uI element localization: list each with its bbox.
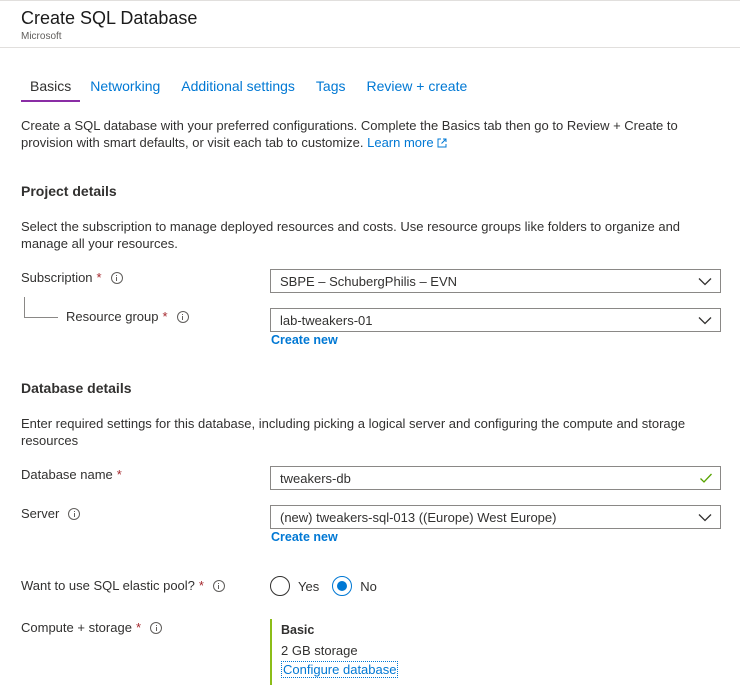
chevron-down-icon — [698, 514, 712, 522]
chevron-down-icon — [698, 278, 712, 286]
resource-group-dropdown[interactable]: lab-tweakers-01 — [270, 308, 721, 332]
header-top-border — [0, 0, 740, 1]
database-details-title: Database details — [21, 380, 132, 396]
subscription-dropdown[interactable]: SBPE – SchubergPhilis – EVN — [270, 269, 721, 293]
info-icon[interactable] — [68, 507, 81, 520]
checkmark-icon — [700, 473, 712, 483]
server-dropdown[interactable]: (new) tweakers-sql-013 ((Europe) West Eu… — [270, 505, 721, 529]
tab-basics[interactable]: Basics — [21, 74, 81, 102]
info-icon[interactable] — [212, 579, 225, 592]
elastic-pool-no-radio[interactable] — [332, 576, 353, 596]
tab-review-create[interactable]: Review + create — [366, 74, 467, 102]
database-name-value: tweakers-db — [280, 470, 351, 486]
info-icon[interactable] — [110, 271, 123, 284]
project-description: Select the subscription to manage deploy… — [21, 219, 681, 251]
database-name-label: Database name * — [21, 467, 122, 482]
tab-tags[interactable]: Tags — [316, 74, 346, 102]
elastic-pool-yes-label[interactable]: Yes — [298, 579, 319, 594]
tab-additional-settings[interactable]: Additional settings — [181, 74, 295, 102]
project-details-title: Project details — [21, 183, 117, 199]
configure-database-link[interactable]: Configure database — [281, 661, 399, 678]
learn-more-link[interactable]: Learn more — [367, 135, 447, 150]
server-label-text: Server — [21, 506, 60, 521]
tab-networking[interactable]: Networking — [90, 74, 160, 102]
server-value: (new) tweakers-sql-013 ((Europe) West Eu… — [280, 509, 557, 525]
database-description: Enter required settings for this databas… — [21, 416, 686, 448]
elastic-pool-yes-radio[interactable] — [270, 576, 290, 596]
storage-size: 2 GB storage — [281, 643, 358, 658]
blade-header: Create SQL Database Microsoft — [0, 0, 740, 48]
tab-bar: Basics Networking Additional settings Ta… — [21, 74, 488, 102]
required-marker: * — [116, 467, 122, 482]
subscription-label-text: Subscription — [21, 270, 93, 285]
intro-description: Create a SQL database with your preferre… — [21, 118, 678, 150]
elastic-pool-radio-group: Yes No — [270, 575, 390, 597]
database-name-label-text: Database name — [21, 467, 113, 482]
create-new-resource-group-link[interactable]: Create new — [271, 333, 338, 347]
page-title: Create SQL Database — [21, 8, 198, 28]
tree-connector — [24, 297, 58, 318]
info-icon[interactable] — [150, 621, 162, 634]
database-name-input[interactable]: tweakers-db — [270, 466, 721, 490]
create-new-server-link[interactable]: Create new — [271, 530, 338, 544]
info-icon[interactable] — [176, 310, 189, 323]
elastic-pool-label: Want to use SQL elastic pool? * — [21, 578, 225, 593]
external-link-icon — [437, 138, 447, 148]
chevron-down-icon — [698, 317, 712, 325]
required-marker: * — [135, 620, 141, 635]
compute-storage-label: Compute + storage * — [21, 620, 162, 635]
elastic-pool-label-text: Want to use SQL elastic pool? — [21, 578, 195, 593]
resource-group-value: lab-tweakers-01 — [280, 312, 373, 328]
learn-more-label: Learn more — [367, 135, 434, 150]
page-subtitle: Microsoft — [21, 31, 62, 42]
compute-storage-summary: Basic 2 GB storage Configure database — [270, 619, 470, 685]
elastic-pool-no-label[interactable]: No — [360, 579, 377, 594]
compute-tier: Basic — [281, 623, 315, 637]
resource-group-label: Resource group * — [66, 309, 189, 324]
subscription-label: Subscription * — [21, 270, 123, 285]
server-label: Server — [21, 506, 81, 521]
required-marker: * — [198, 578, 204, 593]
required-marker: * — [96, 270, 102, 285]
intro-text: Create a SQL database with your preferre… — [21, 117, 701, 151]
compute-storage-label-text: Compute + storage — [21, 620, 132, 635]
subscription-value: SBPE – SchubergPhilis – EVN — [280, 273, 458, 289]
required-marker: * — [162, 309, 168, 324]
resource-group-label-text: Resource group — [66, 309, 159, 324]
